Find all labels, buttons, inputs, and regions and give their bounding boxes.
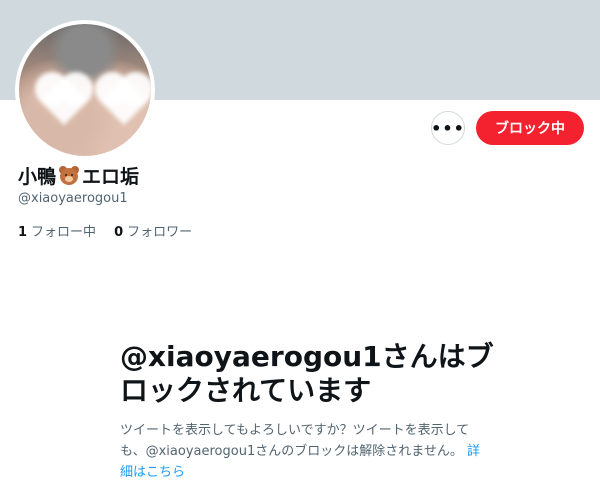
heart-sticker-right bbox=[99, 76, 149, 126]
more-options-button[interactable]: ••• bbox=[431, 111, 465, 145]
following-link[interactable]: 1 フォロー中 bbox=[18, 221, 96, 240]
followers-link[interactable]: 0 フォロワー bbox=[114, 221, 192, 240]
avatar-photo bbox=[19, 24, 151, 156]
following-count: 1 bbox=[18, 225, 28, 240]
profile-page: ••• ブロック中 小鴨 エロ垢 @xiaoyaerogou1 1 フォロー中 0… bbox=[0, 0, 600, 491]
blocked-notice-description: ツイートを表示してもよろしいですか？ツイートを表示しても、@xiaoyaerog… bbox=[120, 420, 490, 483]
display-name-part-2: エロ垢 bbox=[82, 166, 140, 188]
follow-stats: 1 フォロー中 0 フォロワー bbox=[18, 221, 192, 240]
heart-sticker-left bbox=[39, 76, 89, 126]
profile-handle: @xiaoyaerogou1 bbox=[18, 191, 128, 206]
followers-label: フォロワー bbox=[127, 225, 193, 240]
blocked-button[interactable]: ブロック中 bbox=[476, 111, 584, 145]
blocked-description-text: ツイートを表示してもよろしいですか？ツイートを表示しても、@xiaoyaerog… bbox=[120, 423, 470, 459]
following-label: フォロー中 bbox=[31, 225, 97, 240]
bear-face-icon bbox=[58, 165, 80, 186]
display-name-part-1: 小鴨 bbox=[18, 166, 57, 188]
display-name: 小鴨 エロ垢 bbox=[18, 162, 139, 189]
more-icon: ••• bbox=[431, 118, 465, 138]
blocked-button-label: ブロック中 bbox=[495, 121, 565, 137]
blocked-notice-title: @xiaoyaerogou1さんはブロックされています bbox=[120, 340, 494, 407]
profile-avatar[interactable] bbox=[15, 20, 155, 160]
followers-count: 0 bbox=[114, 225, 124, 240]
